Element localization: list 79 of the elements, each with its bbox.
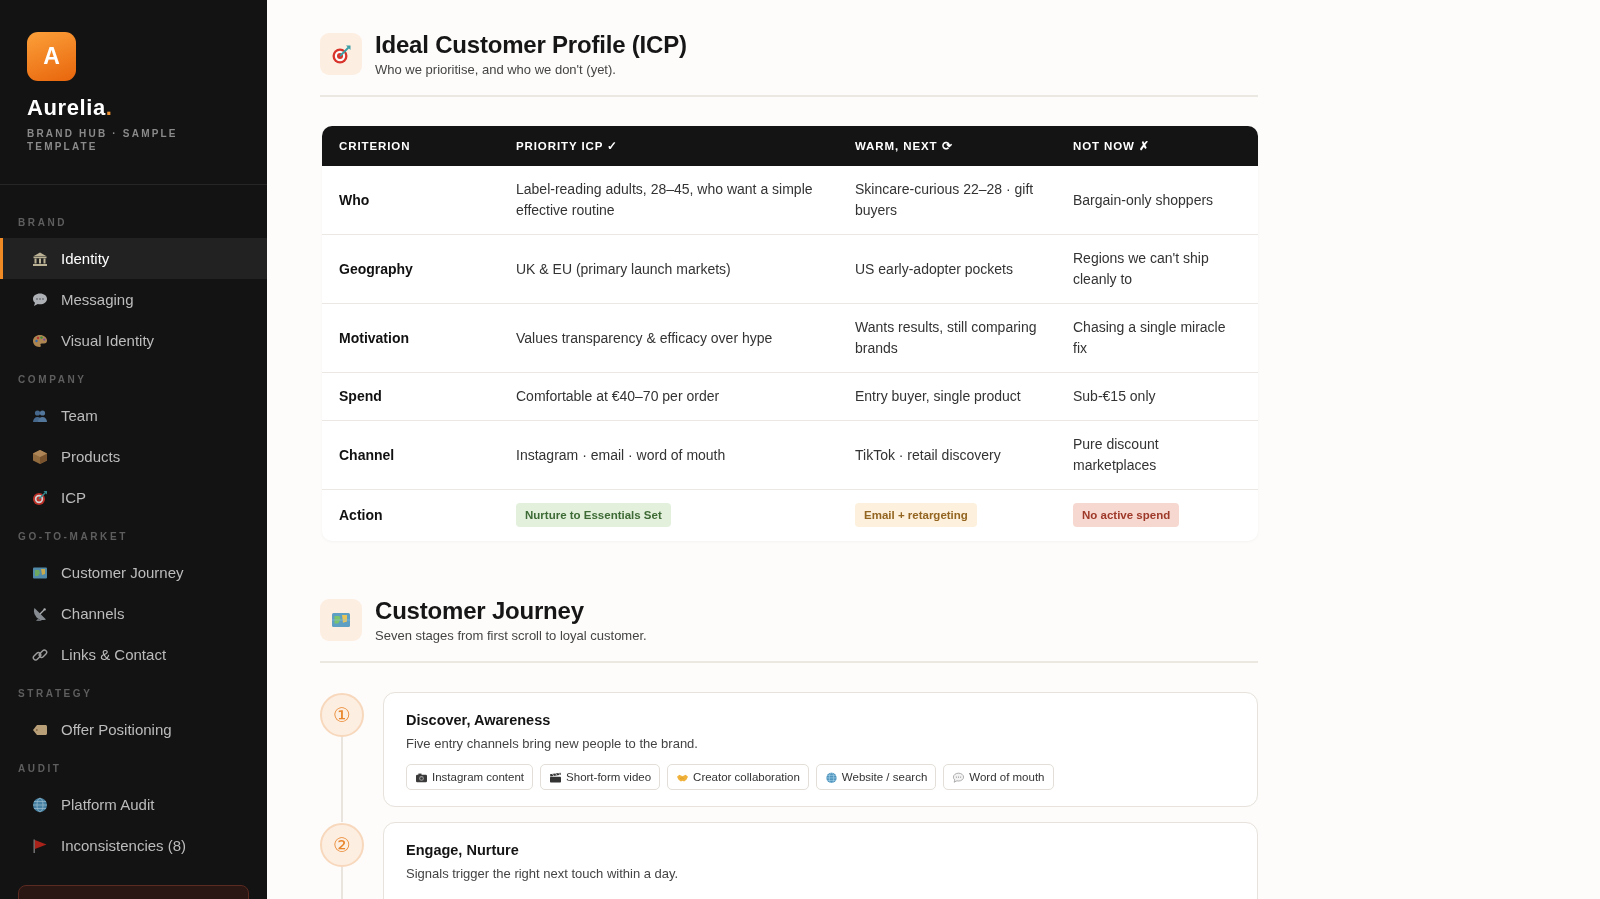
section-subtitle: Who we prioritise, and who we don't (yet). — [375, 61, 617, 78]
stage-title: Engage, Nurture — [406, 841, 519, 859]
building-icon — [32, 250, 48, 267]
map-icon — [320, 599, 362, 641]
table-cell-text: Sub-€15 only — [1072, 387, 1157, 406]
nav-item[interactable]: Channels — [0, 593, 267, 634]
globe-icon — [824, 771, 838, 783]
stage-title: Discover, Awareness — [406, 711, 551, 729]
table-cell-text: Wants results, still comparing brands — [854, 318, 1038, 358]
palette-icon — [32, 332, 48, 349]
nav-item[interactable]: Messaging — [0, 279, 267, 320]
nav-item[interactable]: Platform Audit — [0, 784, 267, 825]
nav-item[interactable]: Visual Identity — [0, 320, 267, 361]
package-icon — [32, 448, 48, 465]
chip-label: Creator collaboration — [693, 771, 800, 783]
nav-item[interactable]: Products — [0, 436, 267, 477]
nav-item[interactable]: Customer Journey — [0, 552, 267, 593]
clapperboard-icon — [549, 771, 563, 783]
chip-label: Short-form video — [566, 771, 652, 783]
stage-description: Signals trigger the right next touch within a day. — [406, 865, 679, 882]
satellite-dish-icon — [32, 605, 48, 622]
people-icon — [32, 407, 48, 424]
speech-bubble-icon — [32, 291, 48, 308]
target-icon — [320, 33, 362, 75]
nav-item[interactable]: Links & Contact — [0, 634, 267, 675]
nav-section-label: STRATEGY — [17, 687, 94, 701]
target-icon — [32, 489, 48, 506]
table-cell-text: Entry buyer, single product — [854, 387, 1022, 406]
nav-section-label: BRAND — [17, 216, 69, 230]
table-cell-text: TikTok · retail discovery — [854, 445, 1002, 465]
column-header: NOT NOW ✗ — [1072, 139, 1151, 154]
nav-item[interactable]: Identity — [0, 238, 267, 279]
step-number: ① — [320, 693, 364, 737]
section-subtitle: Seven stages from first scroll to loyal customer. — [375, 627, 647, 644]
nav-item[interactable]: Team — [0, 395, 267, 436]
step-number: ② — [320, 823, 364, 867]
column-header: CRITERION — [338, 139, 412, 154]
chain-link-icon — [32, 646, 48, 663]
row-header: Motivation — [338, 328, 410, 348]
table-cell-text: Instagram · email · word of mouth — [515, 445, 727, 465]
nav-section-label: COMPANY — [17, 373, 88, 387]
action-tag: Email + retargeting — [855, 503, 977, 527]
row-header: Who — [338, 190, 371, 210]
nav-section-label: AUDIT — [17, 762, 63, 776]
table-cell-text: Pure discount marketplaces — [1072, 435, 1160, 475]
speech-bubble-icon — [952, 771, 966, 783]
chip-label: Word of mouth — [969, 771, 1045, 783]
nav-item[interactable]: Inconsistencies (8) — [0, 825, 267, 866]
brand-name: Aurelia. — [27, 95, 113, 121]
table-cell-text: Regions we can't ship cleanly to — [1072, 249, 1210, 289]
nav-item[interactable]: ICP — [0, 477, 267, 518]
action-tag: No active spend — [1073, 503, 1180, 527]
nav-section-label: GO-TO-MARKET — [17, 530, 129, 544]
chip-label: Instagram content — [432, 771, 525, 783]
nav-item[interactable]: Offer Positioning — [0, 709, 267, 750]
table-cell-text: Skincare-curious 22–28 · gift buyers — [854, 180, 1035, 220]
column-header: WARM, NEXT ⟳ — [854, 139, 954, 154]
section-title: Customer Journey — [375, 597, 585, 625]
table-cell-text: Values transparency & efficacy over hype — [515, 328, 774, 348]
row-header: Action — [338, 506, 384, 525]
table-cell-text: UK & EU (primary launch markets) — [515, 259, 732, 279]
table-cell-text: Comfortable at €40–70 per order — [515, 387, 721, 406]
flag-icon — [32, 837, 48, 854]
camera-icon — [415, 771, 428, 783]
chip-label: Website / search — [841, 771, 928, 783]
table-cell-text: Bargain-only shoppers — [1072, 190, 1215, 210]
row-header: Spend — [338, 387, 383, 406]
brand-tagline: BRAND HUB · SAMPLE TEMPLATE — [27, 127, 179, 153]
app-logo: A — [27, 32, 76, 81]
table-cell-text: Chasing a single miracle fix — [1072, 318, 1227, 358]
column-header: PRIORITY ICP ✓ — [515, 139, 620, 154]
table-cell-text: Label-reading adults, 28–45, who want a simple effective routine — [515, 180, 814, 220]
globe-icon — [32, 796, 48, 813]
table-cell-text: US early-adopter pockets — [854, 259, 1014, 279]
action-tag: Nurture to Essentials Set — [516, 503, 671, 527]
row-header: Geography — [338, 259, 414, 279]
section-title: Ideal Customer Profile (ICP) — [375, 31, 687, 59]
row-header: Channel — [338, 445, 396, 465]
stage-description: Five entry channels bring new people to the brand. — [406, 735, 698, 752]
